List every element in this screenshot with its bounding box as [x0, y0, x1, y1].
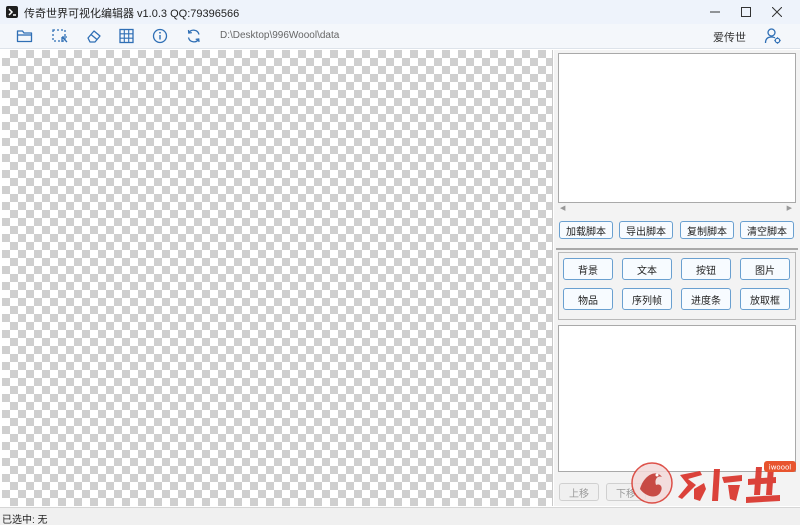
app-logo-icon — [6, 6, 18, 18]
script-horizontal-scrollbar[interactable]: ◀ ▶ — [558, 204, 796, 212]
watermark-logo: iwoool — [630, 455, 800, 515]
design-canvas[interactable] — [2, 50, 553, 506]
select-region-button[interactable] — [49, 26, 71, 46]
eraser-button[interactable] — [83, 26, 105, 46]
current-path: D:\Desktop\996Woool\data — [220, 30, 340, 41]
select-region-icon — [52, 29, 68, 43]
component-progress-bar[interactable]: 进度条 — [681, 288, 731, 310]
right-panel: ◀ ▶ 加载脚本 导出脚本 复制脚本 清空脚本 背景 文本 按钮 图片 物品 序… — [554, 50, 800, 506]
maximize-icon — [741, 7, 751, 17]
title-bar: 传奇世界可视化编辑器 v1.0.3 QQ:79396566 — [0, 0, 800, 25]
user-settings-button[interactable] — [762, 26, 784, 46]
scroll-right-icon[interactable]: ▶ — [787, 204, 792, 212]
close-button[interactable] — [754, 0, 800, 24]
component-image[interactable]: 图片 — [740, 258, 790, 280]
script-editor[interactable] — [558, 53, 796, 203]
info-button[interactable] — [149, 26, 171, 46]
user-name[interactable]: 爱传世 — [713, 29, 746, 45]
scroll-left-icon[interactable]: ◀ — [560, 204, 565, 212]
grid-button[interactable] — [116, 26, 138, 46]
grid-icon — [119, 28, 134, 44]
eraser-icon — [87, 30, 101, 43]
component-item[interactable]: 物品 — [563, 288, 613, 310]
component-text[interactable]: 文本 — [622, 258, 672, 280]
status-bar: 已选中: 无 — [0, 507, 800, 526]
component-palette: 背景 文本 按钮 图片 物品 序列帧 进度条 放取框 — [558, 252, 796, 320]
toolbar: D:\Desktop\996Woool\data 爱传世 — [0, 24, 800, 49]
user-settings-icon — [764, 28, 781, 44]
folder-open-icon — [16, 30, 33, 43]
export-script-button[interactable]: 导出脚本 — [619, 221, 673, 239]
refresh-icon — [187, 29, 200, 43]
panel-divider — [556, 248, 798, 250]
component-frame-sequence[interactable]: 序列帧 — [622, 288, 672, 310]
clear-script-button[interactable]: 清空脚本 — [740, 221, 794, 239]
component-background[interactable]: 背景 — [563, 258, 613, 280]
component-button[interactable]: 按钮 — [681, 258, 731, 280]
close-icon — [772, 7, 782, 17]
open-folder-button[interactable] — [14, 26, 36, 46]
info-icon — [152, 28, 168, 44]
watermark-badge: iwoool — [769, 464, 792, 472]
window-title: 传奇世界可视化编辑器 v1.0.3 QQ:79396566 — [24, 8, 240, 20]
refresh-button[interactable] — [183, 26, 205, 46]
component-item-slot[interactable]: 放取框 — [740, 288, 790, 310]
properties-panel[interactable] — [558, 325, 796, 472]
move-up-button[interactable]: 上移 — [559, 483, 599, 501]
load-script-button[interactable]: 加载脚本 — [559, 221, 613, 239]
copy-script-button[interactable]: 复制脚本 — [680, 221, 734, 239]
minimize-icon — [710, 11, 720, 13]
